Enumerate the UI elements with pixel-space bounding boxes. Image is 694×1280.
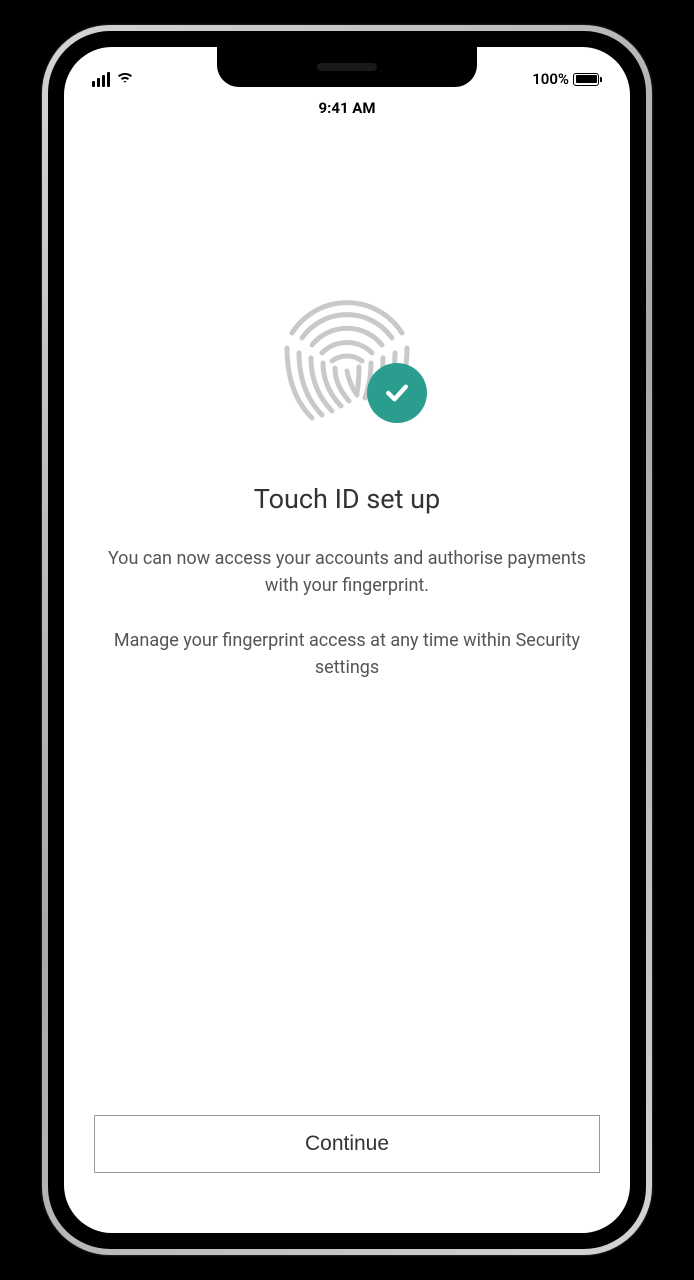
description-text: You can now access your accounts and aut… xyxy=(94,545,600,599)
status-time: 9:41 AM xyxy=(319,99,376,117)
main-content: Touch ID set up You can now access your … xyxy=(64,143,630,1115)
speaker-grille xyxy=(317,63,377,71)
status-right: 100% xyxy=(532,70,602,88)
wifi-icon xyxy=(116,70,134,88)
status-left xyxy=(92,70,134,88)
button-area: Continue xyxy=(64,1115,630,1233)
illustration xyxy=(94,253,600,433)
phone-bezel: 9:41 AM 100% xyxy=(48,31,646,1249)
screen: 9:41 AM 100% xyxy=(64,47,630,1233)
phone-frame: 9:41 AM 100% xyxy=(42,25,652,1255)
notch xyxy=(217,47,477,87)
continue-button-label: Continue xyxy=(305,1132,389,1156)
checkmark-badge-icon xyxy=(367,363,427,423)
battery-icon xyxy=(573,73,602,86)
fingerprint-icon xyxy=(257,253,437,433)
cellular-signal-icon xyxy=(92,72,110,87)
continue-button[interactable]: Continue xyxy=(94,1115,600,1173)
note-text: Manage your fingerprint access at any ti… xyxy=(94,627,600,681)
page-title: Touch ID set up xyxy=(94,483,600,515)
battery-percentage: 100% xyxy=(532,70,569,88)
